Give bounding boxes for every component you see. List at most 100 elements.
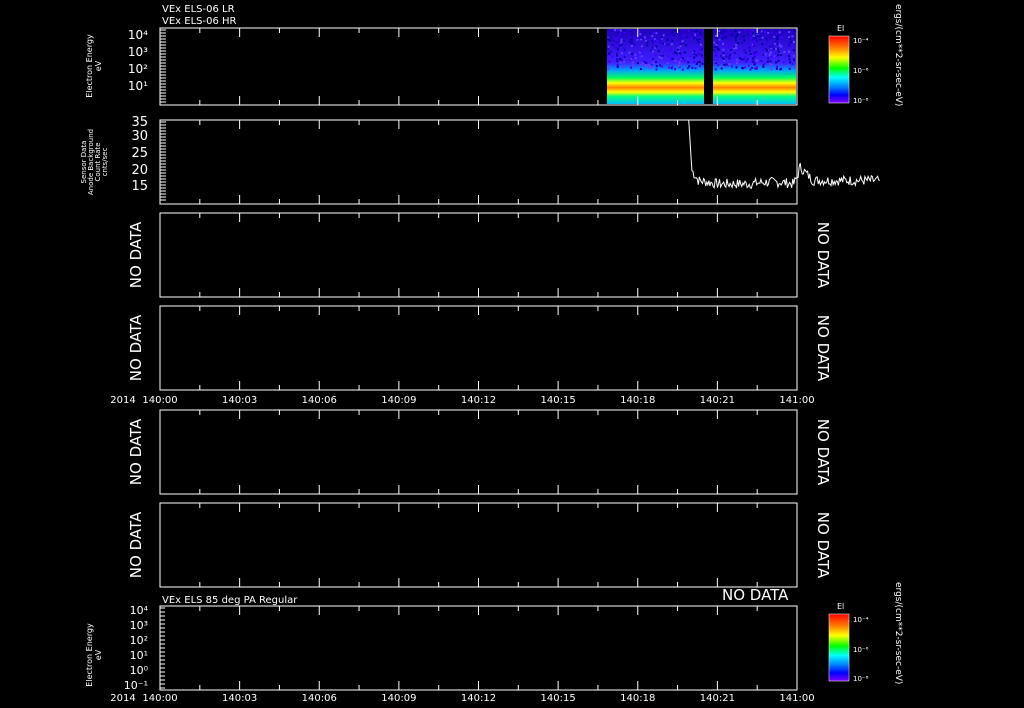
speckle-dot: [729, 57, 732, 60]
panel1-ytick-3: 10²: [128, 62, 148, 76]
speckle-dot: [633, 43, 636, 46]
speckle-dot: [619, 29, 622, 32]
speckle-dot: [729, 54, 732, 56]
speckle-dot: [679, 48, 682, 51]
speckle-dot: [742, 58, 745, 61]
panel6-nodata-right: NO DATA: [814, 512, 832, 579]
speckle-dot: [623, 56, 626, 58]
speckle-dot: [793, 41, 795, 43]
panel2-ytick-1: 35: [131, 115, 148, 130]
speckle-dot: [788, 55, 790, 58]
speckle-dot: [736, 41, 739, 44]
panel6-frame: [159, 502, 798, 588]
speckle-dot: [722, 46, 725, 49]
speckle-dot: [613, 45, 616, 48]
speckle-dot: [755, 59, 758, 62]
speckle-dot: [751, 60, 754, 63]
colorbar-top-gradient: [828, 35, 850, 104]
speckle-dot: [729, 49, 732, 52]
time-tick-label: 140:03: [222, 693, 257, 704]
speckle-dot: [732, 45, 735, 48]
speckle-dot: [620, 34, 623, 37]
speckle-dot: [723, 29, 726, 32]
speckle-dot: [611, 43, 614, 46]
speckle-dot: [735, 59, 738, 62]
speckle-dot: [777, 48, 779, 51]
speckle-dot: [670, 43, 673, 46]
panel4-nodata-left: NO DATA: [127, 314, 145, 381]
panel7-ytick-3: 10²: [130, 634, 148, 647]
speckle-dot: [658, 56, 661, 59]
speckle-dot: [717, 48, 720, 51]
speckle-dot: [717, 64, 720, 67]
speckle-dot: [689, 55, 692, 58]
colorbar-top-label: El: [837, 24, 844, 33]
speckle-dot: [660, 57, 663, 60]
speckle-dot: [715, 54, 718, 57]
speckle-dot: [644, 64, 647, 66]
speckle-dot: [744, 29, 747, 32]
speckle-dot: [789, 44, 792, 47]
panel2-ytick-5: 15: [131, 179, 148, 194]
speckle-dot: [745, 60, 748, 63]
speckle-dot: [718, 38, 721, 41]
speckle-dot: [778, 31, 781, 34]
speckle-dot: [631, 64, 634, 67]
panel5-nodata-right: NO DATA: [814, 419, 832, 486]
speckle-dot: [641, 32, 644, 35]
speckle-dot: [631, 61, 634, 64]
speckle-dot: [671, 57, 674, 60]
time-tick-label: 140:12: [461, 693, 496, 704]
speckle-dot: [616, 65, 619, 68]
speckle-dot: [764, 53, 767, 56]
speckle-dot: [788, 67, 791, 70]
speckle-dot: [725, 30, 728, 33]
time-tick-label: 141:00: [779, 395, 814, 406]
speckle-dot: [607, 48, 609, 51]
speckle-dot: [640, 55, 643, 58]
speckle-dot: [723, 35, 726, 38]
speckle-dot: [777, 50, 780, 53]
speckle-dot: [727, 63, 730, 66]
speckle-dot: [756, 66, 758, 69]
speckle-dot: [753, 55, 756, 58]
speckle-dot: [679, 52, 682, 55]
speckle-dot: [741, 41, 744, 44]
speckle-dot: [678, 65, 681, 68]
speckle-dot: [742, 35, 745, 38]
speckle-dot: [678, 32, 681, 35]
time-tick-label: 140:09: [381, 693, 416, 704]
speckle-dot: [616, 52, 618, 55]
speckle-dot: [728, 41, 731, 44]
speckle-dot: [738, 31, 741, 34]
speckle-dot: [753, 37, 756, 40]
speckle-dot: [650, 38, 653, 41]
speckle-dot: [775, 65, 778, 68]
speckle-dot: [731, 42, 734, 45]
speckle-dot: [788, 31, 791, 33]
speckle-dot: [671, 39, 674, 42]
speckle-dot: [693, 56, 696, 59]
speckle-dot: [655, 29, 658, 32]
panel1-ytick-4: 10¹: [128, 79, 148, 93]
speckle-dot: [691, 42, 694, 45]
speckle-dot: [607, 68, 610, 71]
speckle-dot: [775, 67, 778, 70]
speckle-dot: [778, 34, 781, 37]
speckle-dot: [650, 66, 653, 69]
speckle-dot: [753, 63, 756, 66]
colorbar-bottom-tick-3: 10⁻⁸: [853, 675, 869, 683]
time-axis-year-bottom: 2014: [110, 693, 135, 704]
speckle-dot: [616, 54, 619, 57]
speckle-dot: [640, 36, 643, 39]
speckle-dot: [676, 33, 679, 36]
speckle-dot: [761, 43, 764, 46]
speckle-dot: [680, 54, 683, 57]
speckle-dot: [693, 61, 696, 63]
speckle-dot: [666, 38, 669, 41]
speckle-dot: [661, 40, 664, 43]
speckle-dot: [701, 62, 704, 65]
speckle-dot: [713, 41, 715, 44]
panel7-ytick-2: 10³: [130, 619, 148, 632]
panel7-ytick-5: 10⁰: [130, 664, 149, 677]
